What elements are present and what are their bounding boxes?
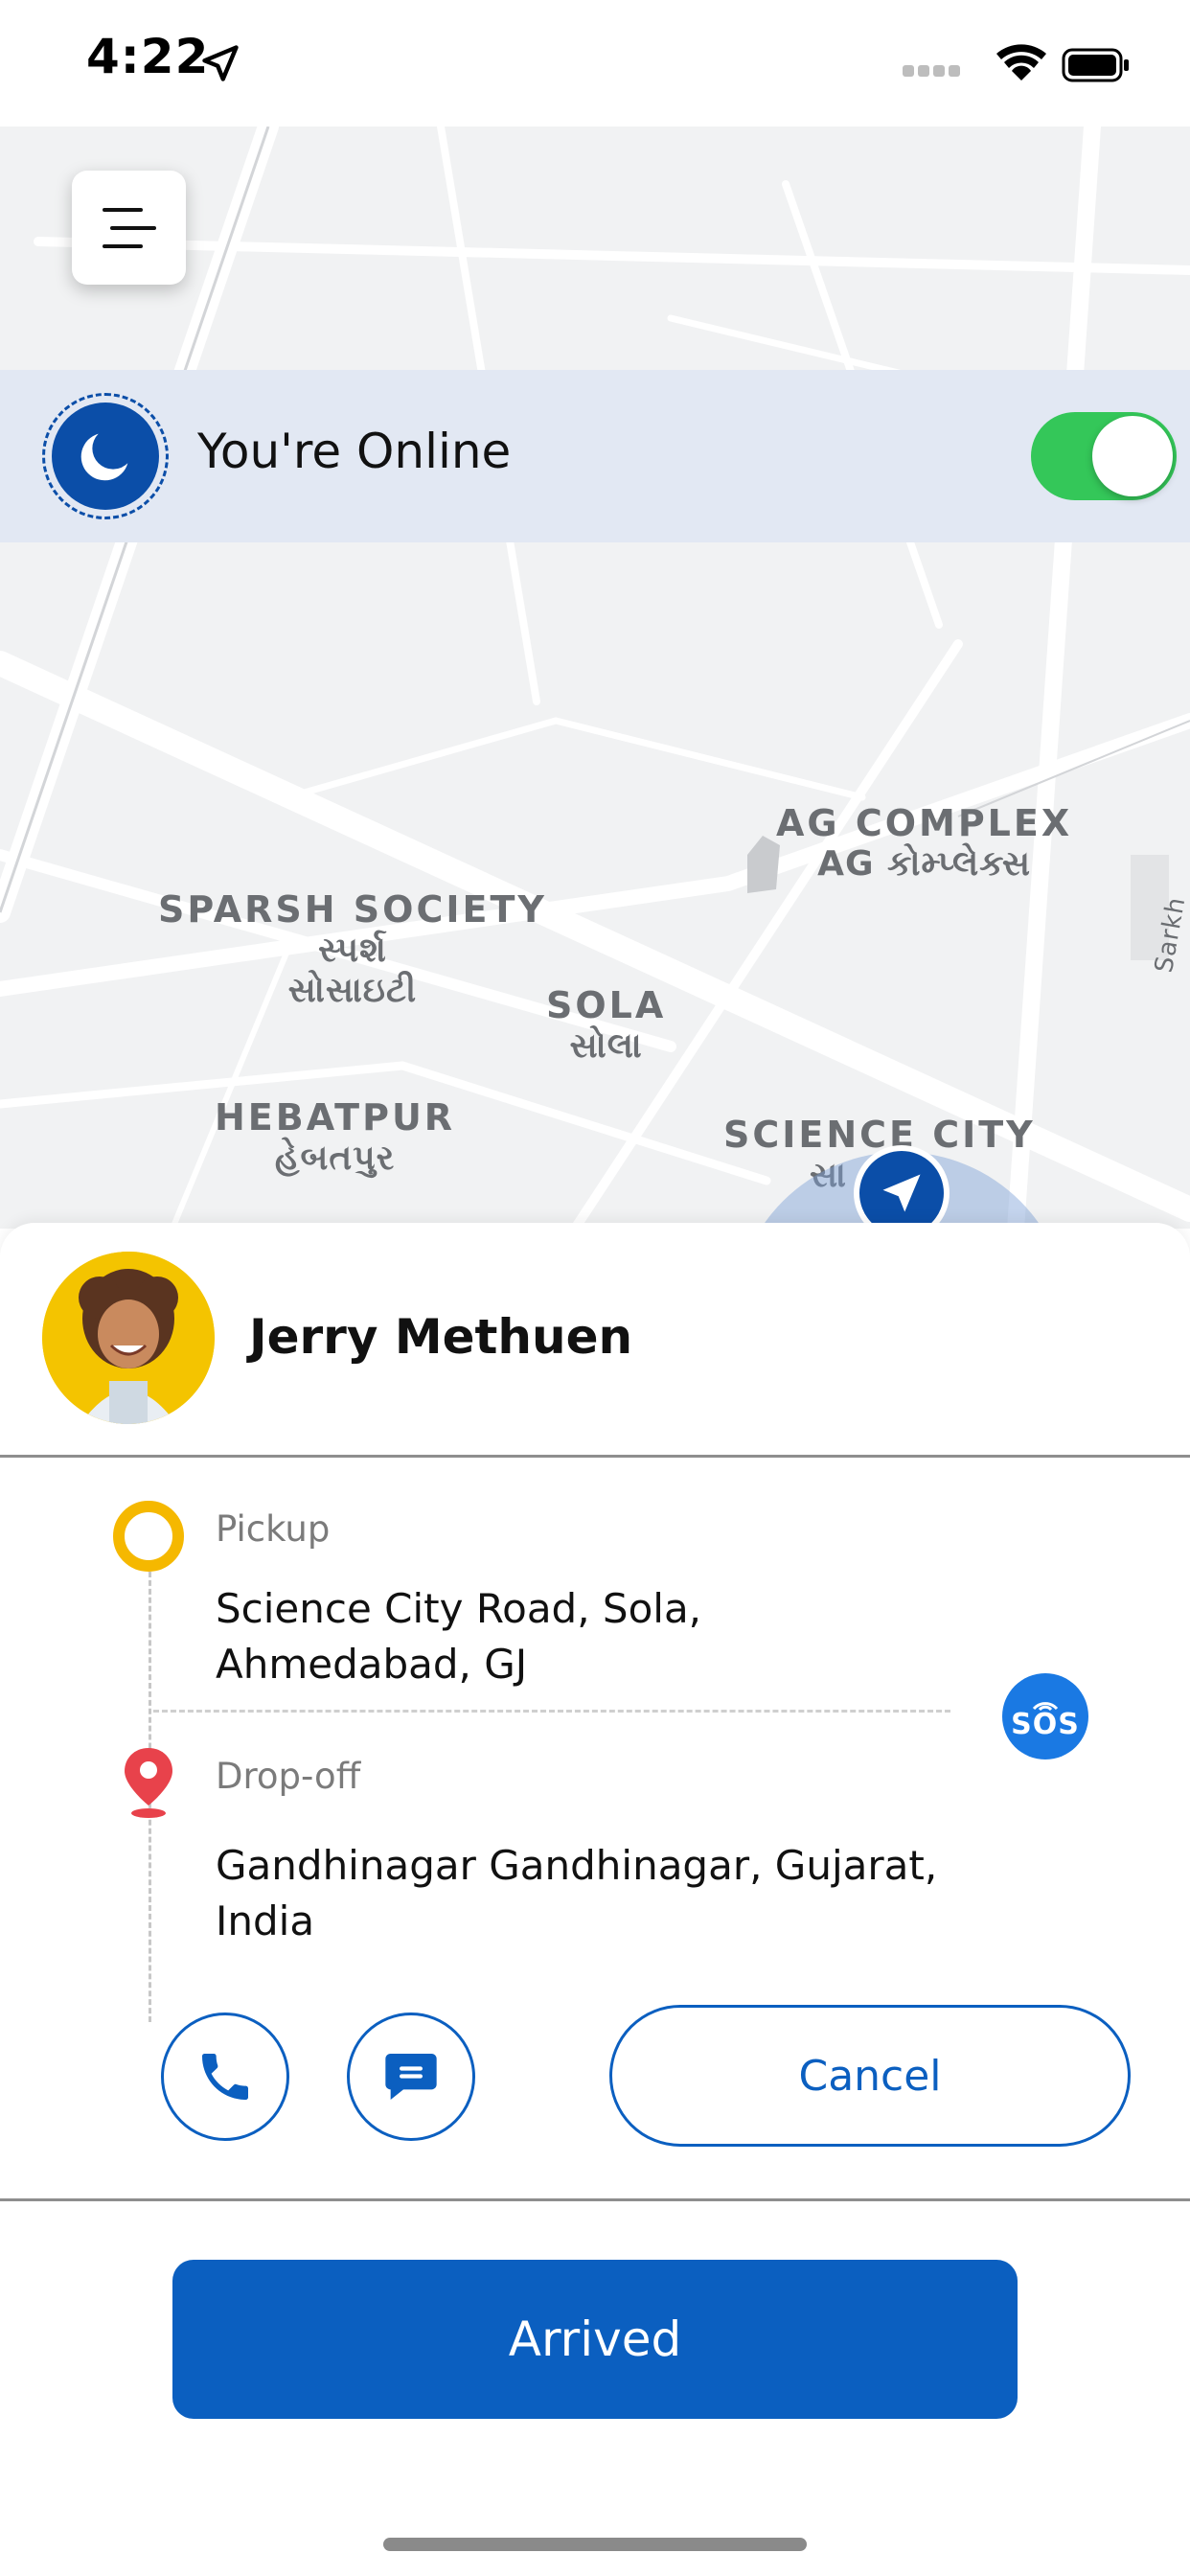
pickup-address: Science City Road, Sola, Ahmedabad, GJ bbox=[216, 1585, 702, 1688]
dropoff-address: Gandhinagar Gandhinagar, Gujarat, India bbox=[216, 1842, 938, 1944]
map-view[interactable]: AG COMPLEX AG કોમ્પ્લેક્સ SPARSH SOCIETY… bbox=[0, 126, 1190, 1229]
status-time: 4:22 bbox=[86, 29, 210, 84]
chat-icon bbox=[385, 2054, 437, 2100]
rider-name: Jerry Methuen bbox=[249, 1309, 633, 1365]
arrived-button[interactable]: Arrived bbox=[172, 2260, 1018, 2419]
online-status-banner: You're Online bbox=[0, 370, 1190, 542]
chat-button[interactable] bbox=[347, 2012, 475, 2141]
map-label-hebatpur: HEBATPUR હેબતપુર bbox=[215, 1096, 456, 1178]
home-indicator[interactable] bbox=[383, 2538, 807, 2551]
cancel-button[interactable]: Cancel bbox=[609, 2005, 1131, 2147]
map-label-sola: SOLA સોલા bbox=[546, 984, 667, 1066]
online-toggle[interactable] bbox=[1031, 412, 1177, 500]
online-status-text: You're Online bbox=[197, 424, 512, 479]
dropoff-label: Drop-off bbox=[216, 1756, 361, 1797]
pickup-label: Pickup bbox=[216, 1508, 331, 1550]
call-button[interactable] bbox=[161, 2012, 289, 2141]
status-indicators bbox=[903, 44, 1133, 90]
battery-icon bbox=[1062, 48, 1129, 82]
map-label-ag-complex: AG COMPLEX AG કોમ્પ્લેક્સ bbox=[776, 802, 1073, 884]
map-pin-icon bbox=[125, 1748, 172, 1818]
location-services-icon bbox=[202, 45, 239, 81]
sos-label: SOS bbox=[1011, 1708, 1080, 1741]
moon-icon bbox=[80, 433, 128, 481]
online-status-badge bbox=[42, 393, 169, 519]
menu-button[interactable] bbox=[72, 171, 186, 285]
phone-icon bbox=[202, 2054, 248, 2100]
trip-sheet: Jerry Methuen Pickup Science City Road, … bbox=[0, 1223, 1190, 2576]
divider bbox=[0, 2198, 1190, 2201]
address-separator bbox=[153, 1710, 950, 1713]
toggle-knob bbox=[1092, 416, 1173, 496]
menu-icon bbox=[102, 207, 156, 248]
sos-button[interactable]: SOS bbox=[1002, 1673, 1088, 1760]
divider bbox=[0, 1455, 1190, 1458]
pickup-marker-icon bbox=[113, 1501, 184, 1572]
wifi-icon bbox=[996, 44, 1046, 80]
map-label-sparsh-society: SPARSH SOCIETY સ્પર્શ સોસાઇટી bbox=[158, 888, 547, 1010]
signal-icon bbox=[903, 65, 960, 77]
status-bar: 4:22 bbox=[0, 0, 1190, 126]
avatar bbox=[42, 1252, 215, 1424]
